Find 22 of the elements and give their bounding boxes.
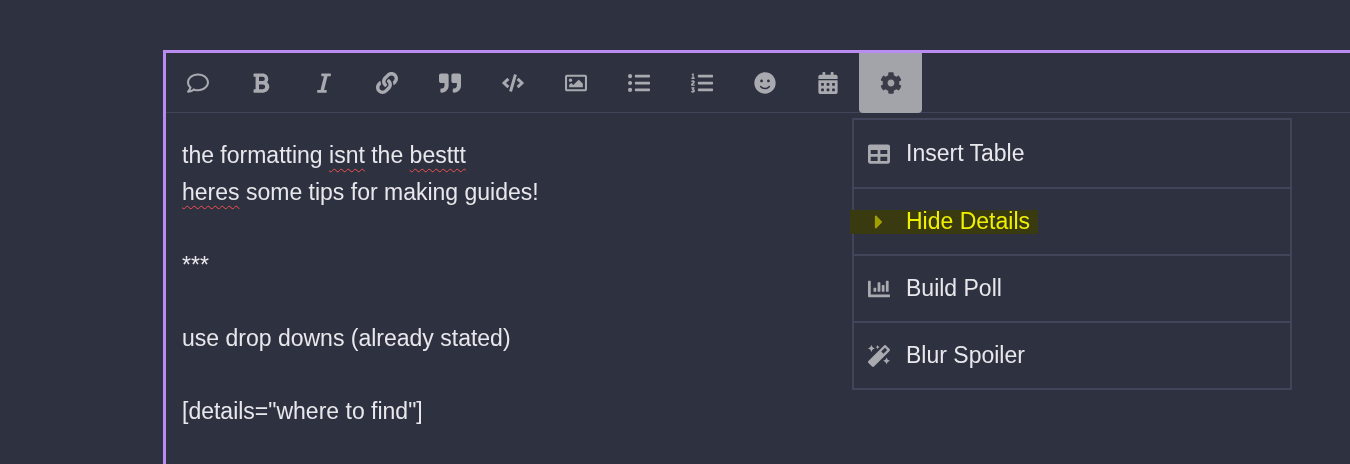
link-icon [375,72,398,94]
editor-text-line: [details="where to find"] [182,397,423,427]
menu-item[interactable]: Build Poll [854,276,1010,301]
numbered-list-icon [690,72,713,94]
image-icon [564,72,587,94]
code-icon [501,72,524,94]
editor-text-line: *** [182,250,209,280]
menu-item[interactable]: Insert Table [854,141,1033,166]
toolbar-button[interactable] [859,53,922,113]
comment-icon [186,72,209,94]
bullet-list-icon [627,72,650,94]
smiley-icon [753,72,776,94]
editor-text-line: use drop downs (already stated) [182,323,511,353]
quote-icon [438,72,461,94]
menu-item[interactable]: Blur Spoiler [854,343,1033,368]
menu-item[interactable]: Hide Details [850,209,1038,234]
wand-icon [866,344,892,367]
settings-icon [879,72,902,94]
editor-text-line: heres some tips for making guides! [182,177,539,207]
calendar-icon [816,72,839,94]
editor-text-line: the formatting isnt the besttt [182,141,466,170]
table-icon [866,142,892,165]
